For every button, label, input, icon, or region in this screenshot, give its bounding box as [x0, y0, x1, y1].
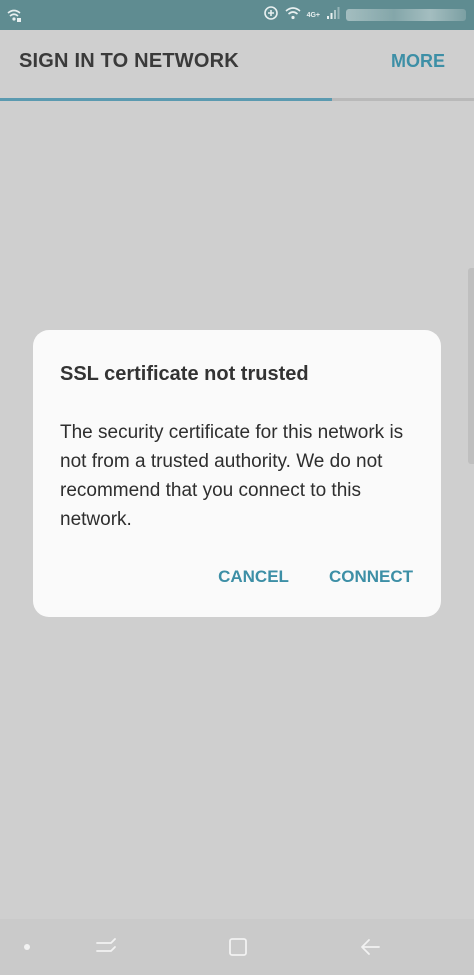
ssl-warning-dialog: SSL certificate not trusted The security…	[33, 330, 441, 617]
signal-icon	[326, 6, 340, 25]
loading-progress-bar	[0, 98, 474, 101]
carrier-info-redacted	[346, 9, 466, 21]
app-bar: SIGN IN TO NETWORK MORE	[0, 30, 474, 92]
back-icon[interactable]	[352, 919, 388, 975]
status-bar: 4G+	[0, 0, 474, 30]
network-type-label: 4G+	[306, 11, 320, 19]
more-button[interactable]: MORE	[391, 51, 445, 72]
data-saver-icon	[263, 5, 279, 26]
page-title: SIGN IN TO NETWORK	[19, 50, 239, 72]
wifi-call-icon	[6, 7, 22, 23]
loading-progress-fill	[0, 98, 332, 101]
cancel-button[interactable]: CANCEL	[218, 567, 289, 587]
dialog-title: SSL certificate not trusted	[60, 363, 309, 385]
connect-button[interactable]: CONNECT	[329, 567, 413, 587]
nav-dot-icon[interactable]	[14, 919, 40, 975]
home-icon[interactable]	[220, 919, 256, 975]
wifi-icon	[285, 5, 301, 26]
navigation-bar	[0, 919, 474, 975]
scrollbar-thumb[interactable]	[468, 268, 474, 464]
recents-icon[interactable]	[88, 919, 124, 975]
dialog-message: The security certificate for this networ…	[60, 422, 404, 530]
dialog-actions: CANCEL CONNECT	[218, 567, 413, 587]
